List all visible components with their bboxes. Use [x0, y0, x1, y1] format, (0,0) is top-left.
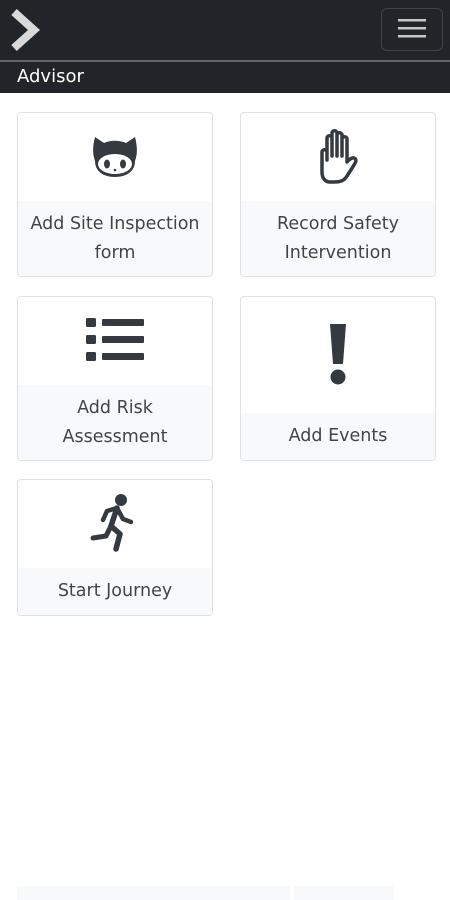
- section-bar: Advisor: [0, 60, 450, 93]
- footer-strip-left: [17, 886, 290, 900]
- footer-strip-right: [294, 886, 394, 900]
- tile-add-events[interactable]: Add Events: [240, 296, 436, 461]
- tile-label: Add Site Inspection form: [18, 201, 212, 276]
- hamburger-menu-icon: [397, 17, 427, 43]
- tile-record-safety-intervention[interactable]: Record Safety Intervention: [240, 112, 436, 277]
- running-person-icon: [90, 493, 140, 557]
- list-icon: [85, 316, 145, 368]
- tile-label: Add Events: [241, 413, 435, 460]
- tile-start-journey[interactable]: Start Journey: [17, 479, 213, 616]
- tile-add-risk-assessment[interactable]: Add Risk Assessment: [17, 296, 213, 461]
- menu-toggle-button[interactable]: [381, 8, 443, 51]
- github-octocat-icon: [87, 131, 143, 185]
- top-navbar: [0, 0, 450, 60]
- tile-label: Start Journey: [18, 568, 212, 615]
- exclamation-icon: [326, 322, 350, 390]
- tile-label: Add Risk Assessment: [18, 385, 212, 460]
- tile-label: Record Safety Intervention: [241, 201, 435, 276]
- page-title: Advisor: [17, 66, 84, 87]
- raised-hand-icon: [310, 126, 366, 190]
- tile-add-site-inspection[interactable]: Add Site Inspection form: [17, 112, 213, 277]
- chevron-right-icon[interactable]: [8, 8, 42, 52]
